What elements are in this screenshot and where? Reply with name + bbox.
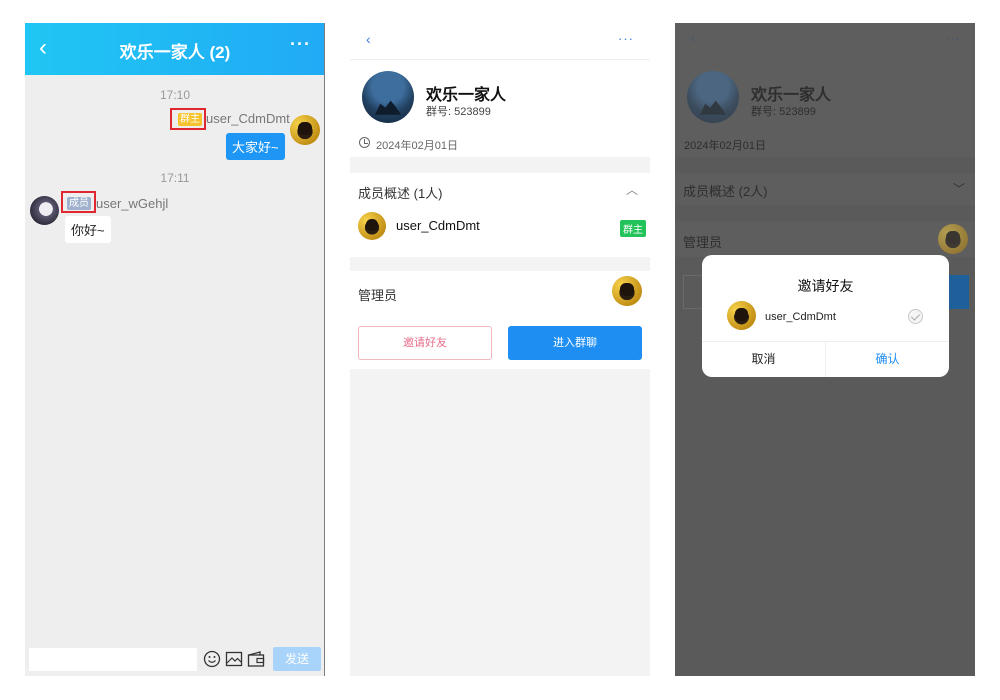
member-tag: 成员 (67, 197, 91, 210)
confirm-button[interactable]: 确认 (826, 341, 949, 377)
chevron-down-icon[interactable]: ﹀ (953, 180, 965, 197)
message-bubble[interactable]: 你好~ (65, 216, 111, 243)
chat-title: 欢乐一家人 (2) (119, 43, 231, 62)
cancel-button[interactable]: 取消 (702, 341, 825, 377)
created-date: 2024年02月01日 (684, 140, 766, 152)
owner-tag: 群主 (178, 113, 202, 126)
invite-friends-button[interactable]: 邀请好友 (358, 326, 492, 360)
created-date: 2024年02月01日 (376, 140, 458, 152)
more-dots-icon[interactable]: ··· (618, 31, 634, 46)
group-header-card: ‹ ··· 欢乐一家人 群号: 523899 2024年02月01日 (350, 23, 650, 157)
members-title: 成员概述 (2人) (683, 184, 768, 199)
divider (350, 59, 650, 60)
invite-dialog: 邀请好友 user_CdmDmt 取消 确认 (702, 255, 949, 377)
avatar[interactable] (612, 276, 642, 306)
chevron-left-icon[interactable]: ‹ (366, 31, 371, 47)
message-input[interactable] (29, 648, 197, 671)
avatar[interactable] (30, 196, 59, 225)
avatar[interactable] (290, 115, 320, 145)
group-detail-screen: ‹ ··· 欢乐一家人 群号: 523899 2024年02月01日 成员概述 … (350, 23, 650, 676)
wallet-icon[interactable] (247, 650, 265, 668)
enter-group-button[interactable]: 进入群聊 (508, 326, 642, 360)
avatar (727, 301, 756, 330)
more-dots-icon[interactable]: ··· (290, 34, 311, 55)
group-number: 群号: 523899 (751, 106, 816, 118)
members-section: 成员概述 (1人) ︿ user_CdmDmt 群主 (350, 173, 650, 257)
members-title: 成员概述 (1人) (358, 186, 443, 201)
chevron-left-icon[interactable]: ‹ (691, 31, 695, 46)
timestamp: 17:10 (159, 88, 191, 102)
dialog-title: 邀请好友 (797, 278, 854, 294)
chat-screen: ‹ 欢乐一家人 (2) ··· 17:10 群主 user_CdmDmt 大家好… (25, 23, 325, 676)
group-avatar (687, 71, 739, 123)
group-number: 群号: 523899 (426, 106, 491, 118)
member-name[interactable]: user_CdmDmt (396, 218, 480, 233)
friend-name[interactable]: user_CdmDmt (765, 311, 836, 323)
more-dots-icon[interactable]: ··· (946, 31, 959, 46)
emoji-icon[interactable] (203, 650, 221, 668)
admins-section[interactable]: 管理员 (350, 271, 650, 311)
send-button[interactable]: 发送 (273, 647, 321, 671)
timestamp: 17:11 (160, 171, 190, 185)
input-bar: 发送 (25, 643, 324, 676)
admins-title: 管理员 (683, 235, 723, 250)
checkbox-icon[interactable] (908, 309, 923, 324)
chat-header: ‹ 欢乐一家人 (2) ··· (25, 23, 324, 75)
clock-icon (359, 137, 370, 148)
group-avatar (362, 71, 414, 123)
owner-badge: 群主 (620, 220, 646, 237)
group-name: 欢乐一家人 (751, 87, 832, 104)
avatar[interactable] (358, 212, 386, 240)
sender-name: user_CdmDmt (206, 111, 290, 126)
admins-title: 管理员 (358, 288, 398, 303)
sender-name: user_wGehjl (96, 196, 169, 211)
invite-dialog-screen: ‹ ··· 欢乐一家人 群号: 523899 2024年02月01日 成员概述 … (675, 23, 975, 676)
image-icon[interactable] (225, 650, 243, 668)
avatar (938, 224, 968, 254)
chevron-up-icon[interactable]: ︿ (626, 181, 638, 198)
group-name: 欢乐一家人 (426, 87, 507, 104)
message-bubble[interactable]: 大家好~ (226, 133, 285, 160)
